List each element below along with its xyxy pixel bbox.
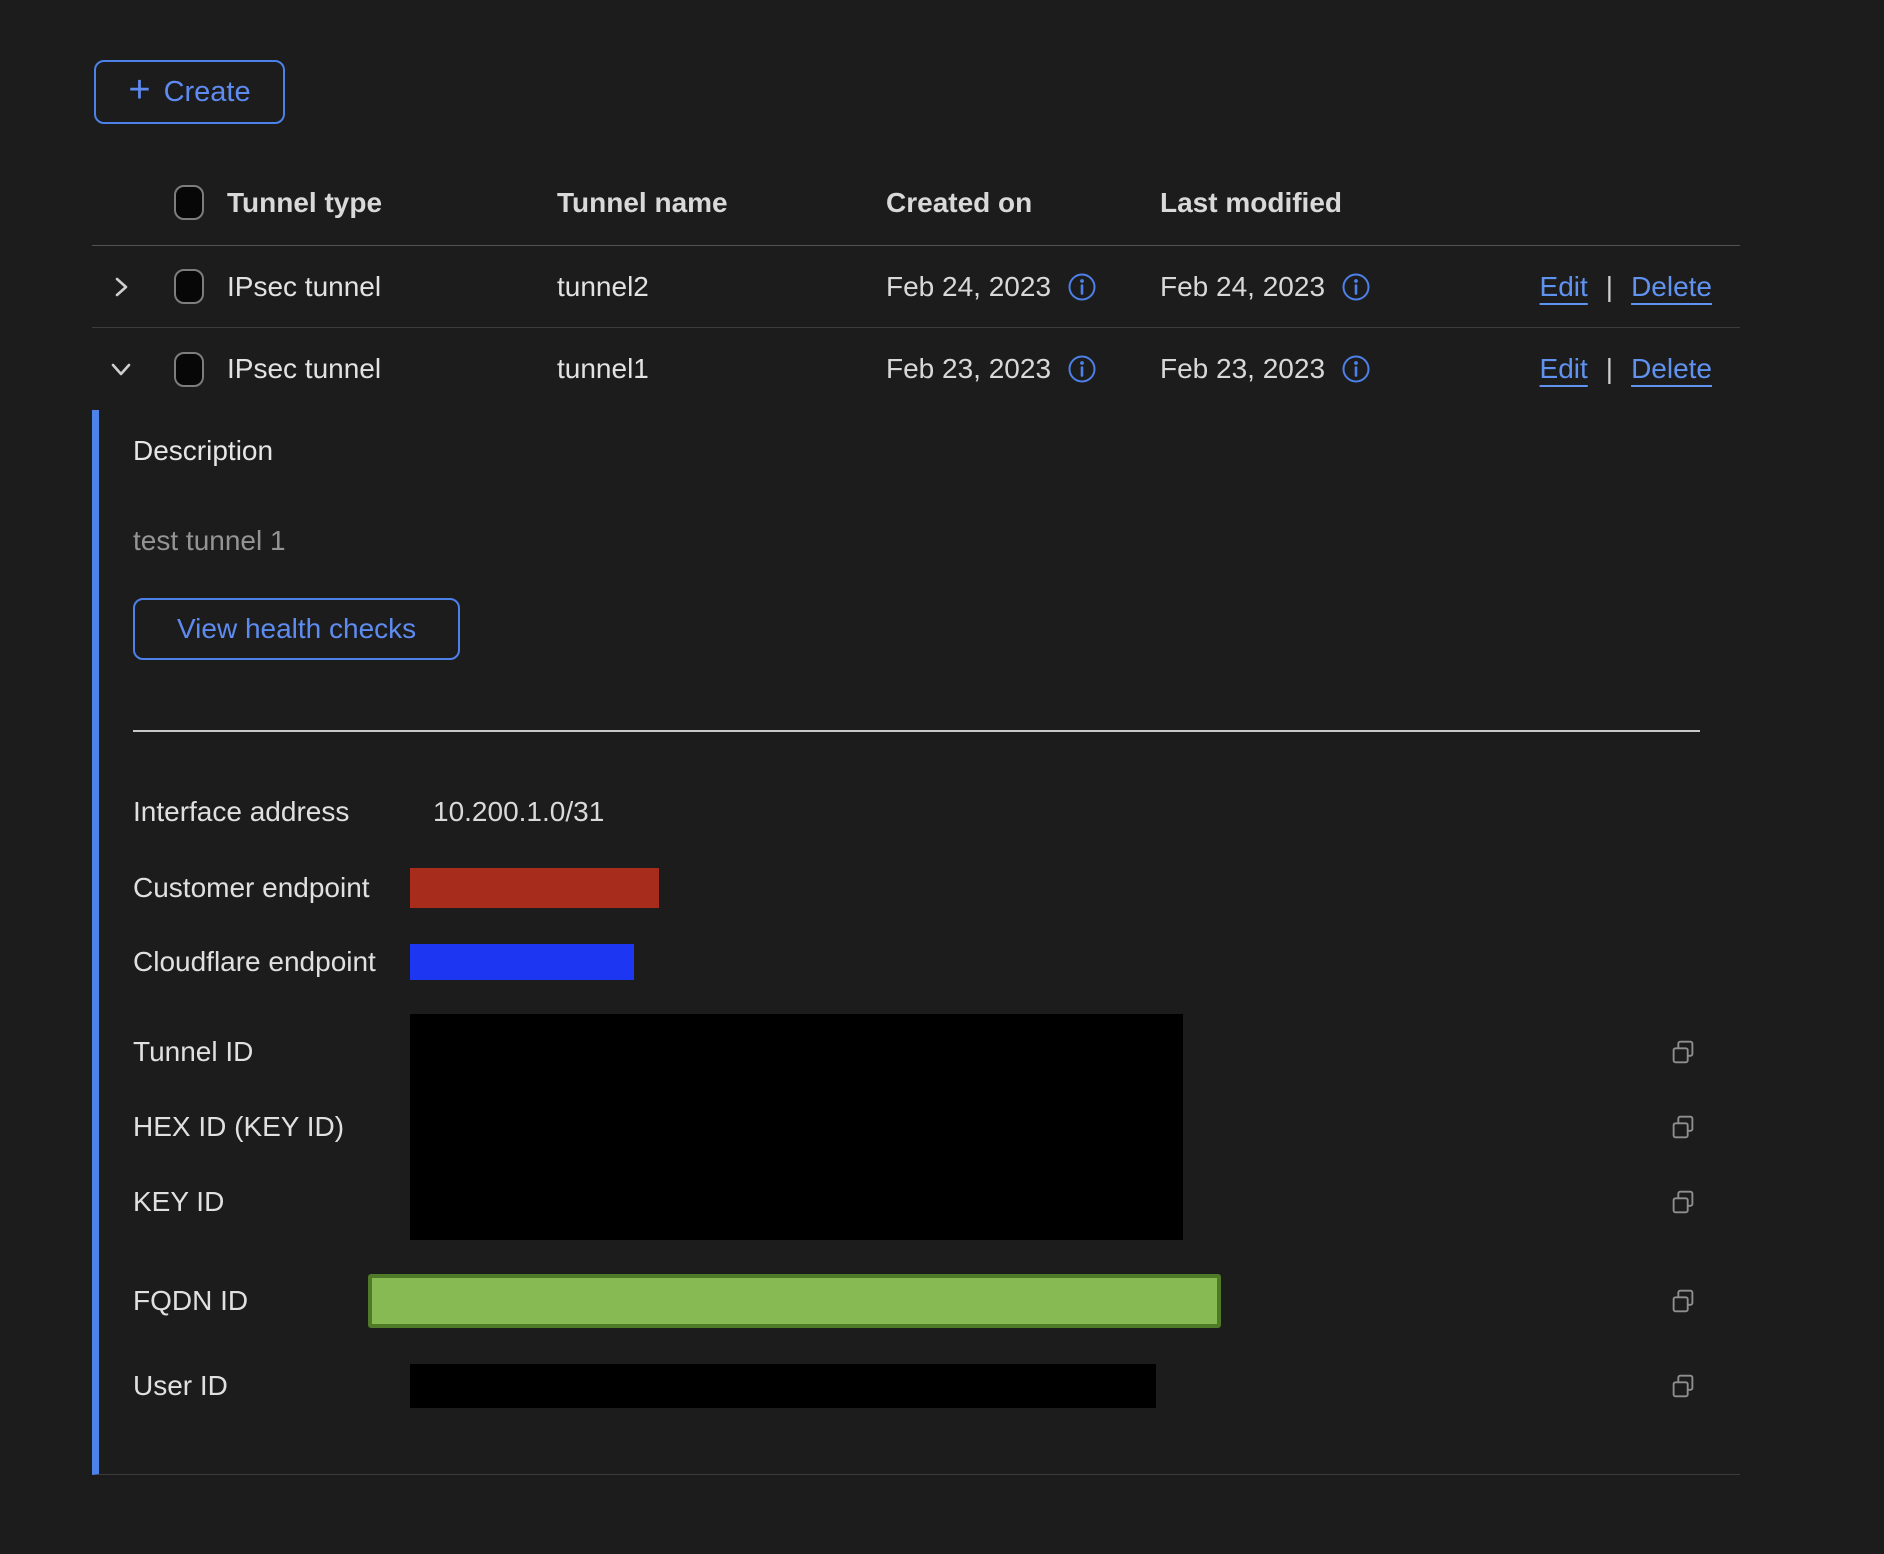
- ids-redacted-value: [410, 1014, 1183, 1240]
- view-health-checks-button[interactable]: View health checks: [133, 598, 460, 660]
- description-label: Description: [133, 434, 1700, 468]
- user-id-redacted-value: [410, 1364, 1156, 1408]
- chevron-right-icon: [107, 273, 135, 301]
- info-icon[interactable]: [1341, 354, 1371, 384]
- field-label-tunnel-id: Tunnel ID: [133, 1014, 410, 1089]
- tunnels-page: + Create Tunnel type Tunnel name Created…: [0, 0, 1884, 1554]
- edit-link[interactable]: Edit: [1540, 353, 1588, 385]
- action-separator: |: [1606, 353, 1613, 385]
- collapse-row-button[interactable]: [92, 355, 150, 383]
- delete-link[interactable]: Delete: [1631, 271, 1712, 303]
- header-tunnel-type: Tunnel type: [227, 187, 557, 219]
- field-interface-address: Interface address 10.200.1.0/31: [133, 790, 1700, 834]
- copy-icon[interactable]: [1668, 1112, 1698, 1142]
- delete-link[interactable]: Delete: [1631, 353, 1712, 385]
- description-value: test tunnel 1: [133, 524, 1700, 558]
- row-checkbox[interactable]: [174, 269, 204, 304]
- info-icon[interactable]: [1067, 272, 1097, 302]
- tunnel-fields: Interface address 10.200.1.0/31 Customer…: [133, 790, 1700, 1408]
- field-fqdn-id: FQDN ID: [133, 1274, 1700, 1328]
- create-button-label: Create: [164, 76, 251, 109]
- row-checkbox[interactable]: [174, 352, 204, 387]
- info-icon[interactable]: [1341, 272, 1371, 302]
- copy-icon[interactable]: [1668, 1187, 1698, 1217]
- field-label: Customer endpoint: [133, 872, 410, 904]
- table-header-row: Tunnel type Tunnel name Created on Last …: [92, 160, 1740, 246]
- field-cloudflare-endpoint: Cloudflare endpoint: [133, 942, 1700, 982]
- field-label: Cloudflare endpoint: [133, 946, 410, 978]
- field-label-hex-id: HEX ID (KEY ID): [133, 1089, 410, 1164]
- field-user-id: User ID: [133, 1364, 1700, 1408]
- field-label-key-id: KEY ID: [133, 1165, 410, 1240]
- chevron-down-icon: [107, 355, 135, 383]
- tunnel-type-cell: IPsec tunnel: [227, 353, 557, 385]
- copy-icon[interactable]: [1668, 1286, 1698, 1316]
- tunnel-details-panel: Description test tunnel 1 View health ch…: [92, 410, 1740, 1475]
- header-created-on: Created on: [886, 187, 1160, 219]
- created-on-cell: Feb 24, 2023: [886, 271, 1051, 303]
- section-divider: [133, 730, 1700, 732]
- customer-endpoint-redacted-value: [410, 868, 659, 908]
- last-modified-cell: Feb 23, 2023: [1160, 353, 1325, 385]
- cloudflare-endpoint-redacted-value: [410, 944, 634, 980]
- copy-icon[interactable]: [1668, 1371, 1698, 1401]
- fqdn-id-redacted-value: [368, 1274, 1221, 1328]
- copy-icon[interactable]: [1668, 1037, 1698, 1067]
- action-separator: |: [1606, 271, 1613, 303]
- field-label: Interface address: [133, 796, 410, 828]
- plus-icon: +: [128, 71, 150, 109]
- tunnels-table: Tunnel type Tunnel name Created on Last …: [92, 160, 1740, 1475]
- create-button[interactable]: + Create: [94, 60, 285, 124]
- edit-link[interactable]: Edit: [1540, 271, 1588, 303]
- interface-address-value: 10.200.1.0/31: [410, 796, 604, 828]
- header-last-modified: Last modified: [1160, 187, 1450, 219]
- table-row: IPsec tunnel tunnel1 Feb 23, 2023: [92, 328, 1740, 410]
- expand-row-button[interactable]: [92, 273, 150, 301]
- created-on-cell: Feb 23, 2023: [886, 353, 1051, 385]
- field-label: User ID: [133, 1370, 410, 1402]
- field-id-group: Tunnel ID HEX ID (KEY ID) KEY ID: [133, 1014, 1700, 1240]
- tunnel-name-cell: tunnel1: [557, 353, 886, 385]
- tunnel-type-cell: IPsec tunnel: [227, 271, 557, 303]
- header-tunnel-name: Tunnel name: [557, 187, 886, 219]
- select-all-checkbox[interactable]: [174, 185, 204, 220]
- table-row: IPsec tunnel tunnel2 Feb 24, 2023: [92, 246, 1740, 328]
- field-customer-endpoint: Customer endpoint: [133, 866, 1700, 910]
- tunnel-name-cell: tunnel2: [557, 271, 886, 303]
- info-icon[interactable]: [1067, 354, 1097, 384]
- last-modified-cell: Feb 24, 2023: [1160, 271, 1325, 303]
